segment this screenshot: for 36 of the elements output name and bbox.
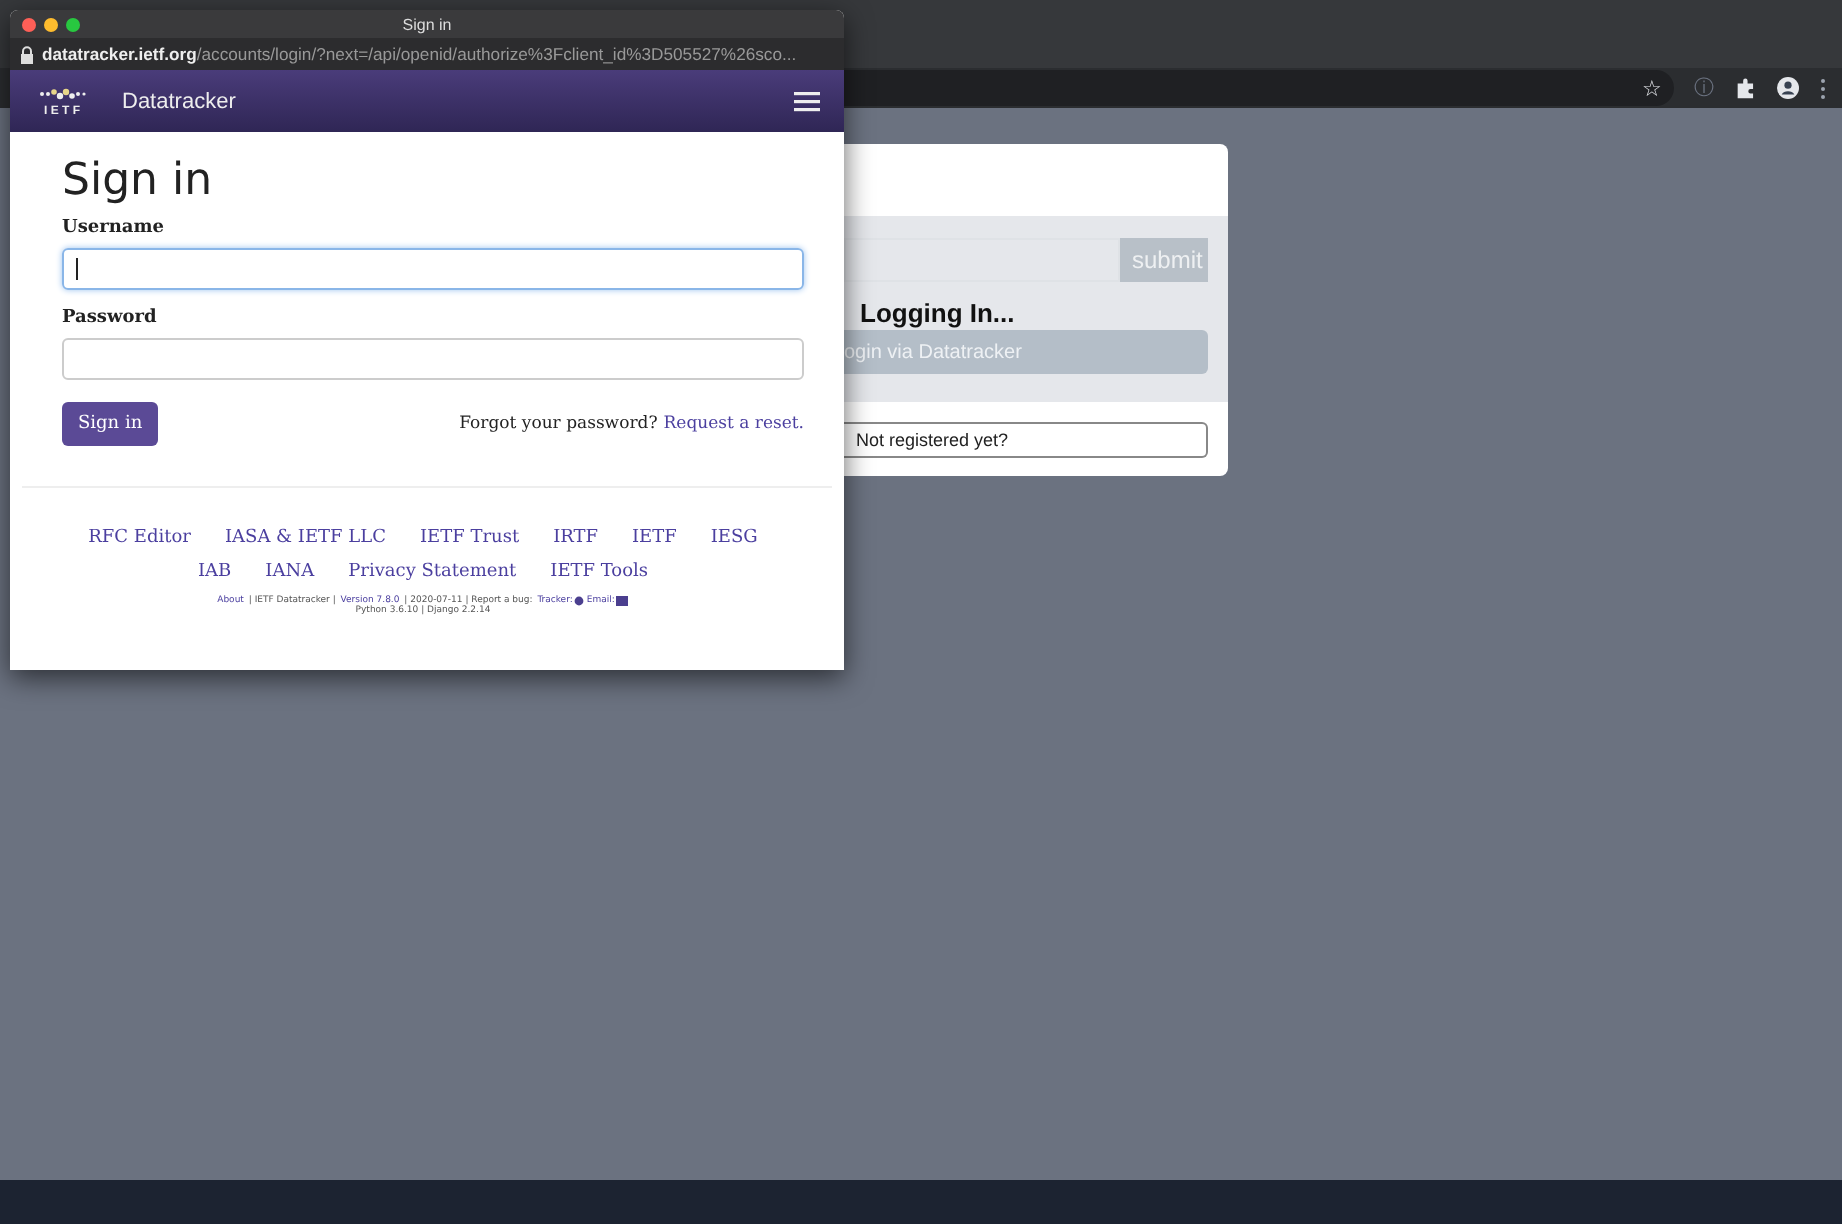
input-field[interactable] (62, 338, 804, 380)
account-icon[interactable] (1776, 76, 1800, 100)
sign-in-button[interactable]: Sign in (62, 402, 159, 446)
footer-link[interactable]: IETF (632, 528, 677, 548)
input-field[interactable] (62, 248, 804, 290)
logo-icon (38, 85, 86, 101)
menu-icon[interactable] (794, 91, 820, 111)
lock-icon (20, 45, 34, 63)
brand-link[interactable]: Datatracker (122, 89, 794, 113)
page-heading: Sign in (62, 156, 215, 206)
more-icon[interactable] (1820, 77, 1826, 99)
footer-link[interactable]: IANA (265, 562, 315, 582)
footer-link[interactable]: Privacy Statement (348, 562, 517, 582)
bookmark-star-icon[interactable]: ☆ (1642, 75, 1662, 101)
field-label: Password (62, 308, 159, 328)
status-text: Logging In... (858, 296, 1017, 330)
footer-link[interactable]: IASA & IETF LLC (224, 528, 386, 548)
reset-link[interactable]: Request a reset. (663, 414, 804, 434)
footer-link[interactable]: IRTF (553, 528, 598, 548)
window-title: Sign in (402, 15, 452, 33)
footer-link[interactable]: IETF Trust (420, 528, 520, 548)
url-text: datatracker.ietf.org/accounts/login/?next=/api/openid/authorize%3Fclient_id%3D505527%26sco... (42, 44, 797, 64)
close-icon[interactable] (22, 17, 36, 31)
field-label: Username (62, 218, 167, 238)
envelope-icon (616, 596, 629, 606)
maximize-icon[interactable] (66, 17, 80, 31)
footer-link[interactable]: IESG (710, 528, 758, 548)
puzzle-icon[interactable] (1734, 77, 1756, 99)
address-bar[interactable]: ☆ (840, 70, 1674, 106)
bug-icon (574, 596, 585, 606)
register-button[interactable]: Not registered yet? (844, 422, 1208, 458)
minimize-icon[interactable] (44, 17, 58, 31)
footer-link[interactable]: IAB (197, 562, 232, 582)
forgot-text: Forgot your password? (459, 414, 658, 434)
footer-link[interactable]: RFC Editor (88, 528, 191, 548)
footer-link[interactable]: IETF Tools (550, 562, 649, 582)
